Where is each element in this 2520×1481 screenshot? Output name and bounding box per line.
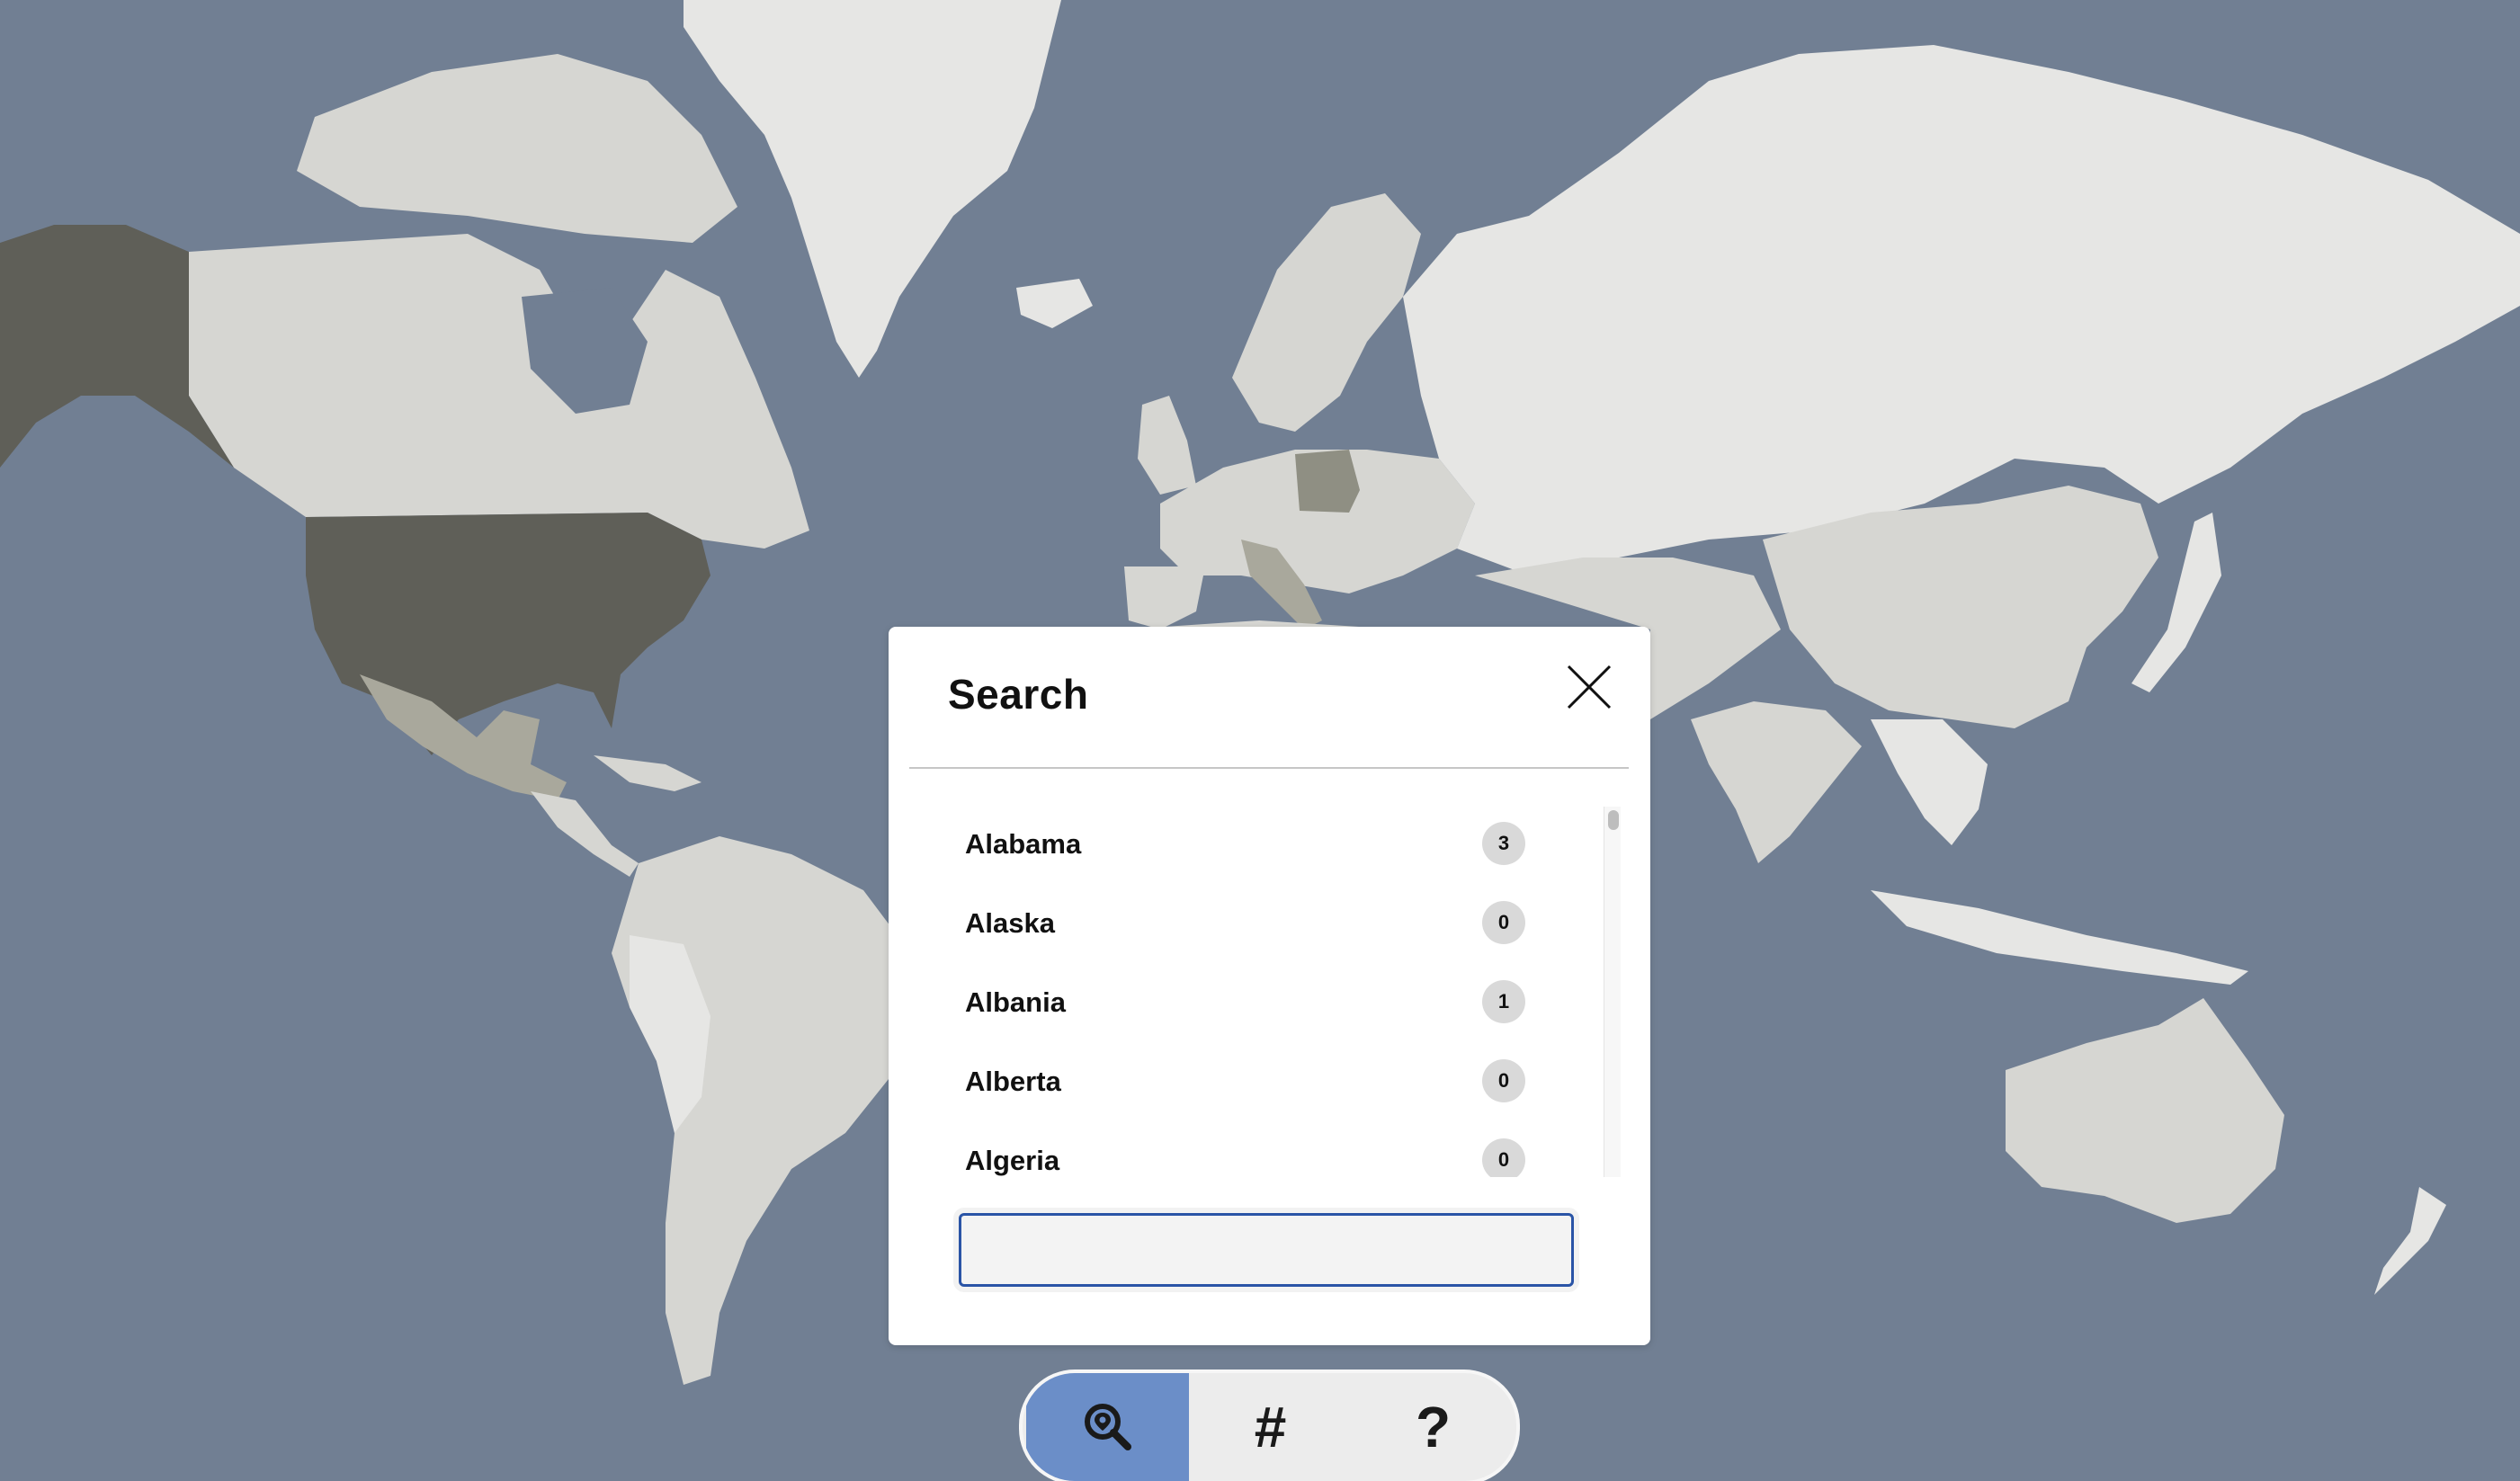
search-modal: Search Alabama 3 Alaska 0 Albania 1 Albe… [889, 627, 1650, 1345]
list-item[interactable]: Alaska 0 [938, 886, 1595, 965]
bottom-toolbar: # ? [1023, 1373, 1516, 1481]
count-badge: 0 [1482, 1138, 1525, 1177]
map-search-button[interactable] [1026, 1373, 1189, 1481]
modal-divider [909, 767, 1629, 769]
item-label: Alaska [965, 907, 1055, 939]
list-item[interactable]: Alabama 3 [938, 807, 1595, 886]
count-badge: 0 [1482, 1059, 1525, 1102]
map-search-icon [1084, 1404, 1131, 1450]
close-button[interactable] [1565, 663, 1613, 711]
item-label: Alabama [965, 828, 1082, 860]
count-badge: 1 [1482, 980, 1525, 1023]
list-item[interactable]: Albania 1 [938, 965, 1595, 1044]
results-list[interactable]: Alabama 3 Alaska 0 Albania 1 Alberta 0 A… [938, 807, 1595, 1177]
list-item[interactable]: Alberta 0 [938, 1044, 1595, 1123]
modal-title: Search [948, 671, 1089, 718]
help-button[interactable]: ? [1352, 1373, 1515, 1481]
count-badge: 3 [1482, 822, 1525, 865]
count-badge: 0 [1482, 901, 1525, 944]
item-label: Albania [965, 986, 1066, 1018]
list-item[interactable]: Algeria 0 [938, 1123, 1595, 1177]
item-label: Alberta [965, 1066, 1061, 1097]
search-input[interactable] [959, 1213, 1574, 1287]
region-poland[interactable] [1295, 450, 1360, 513]
list-scrollbar[interactable] [1604, 807, 1621, 1177]
scrollbar-thumb[interactable] [1608, 810, 1619, 830]
close-icon [1567, 665, 1612, 709]
item-label: Algeria [965, 1145, 1060, 1176]
hash-button[interactable]: # [1189, 1373, 1352, 1481]
